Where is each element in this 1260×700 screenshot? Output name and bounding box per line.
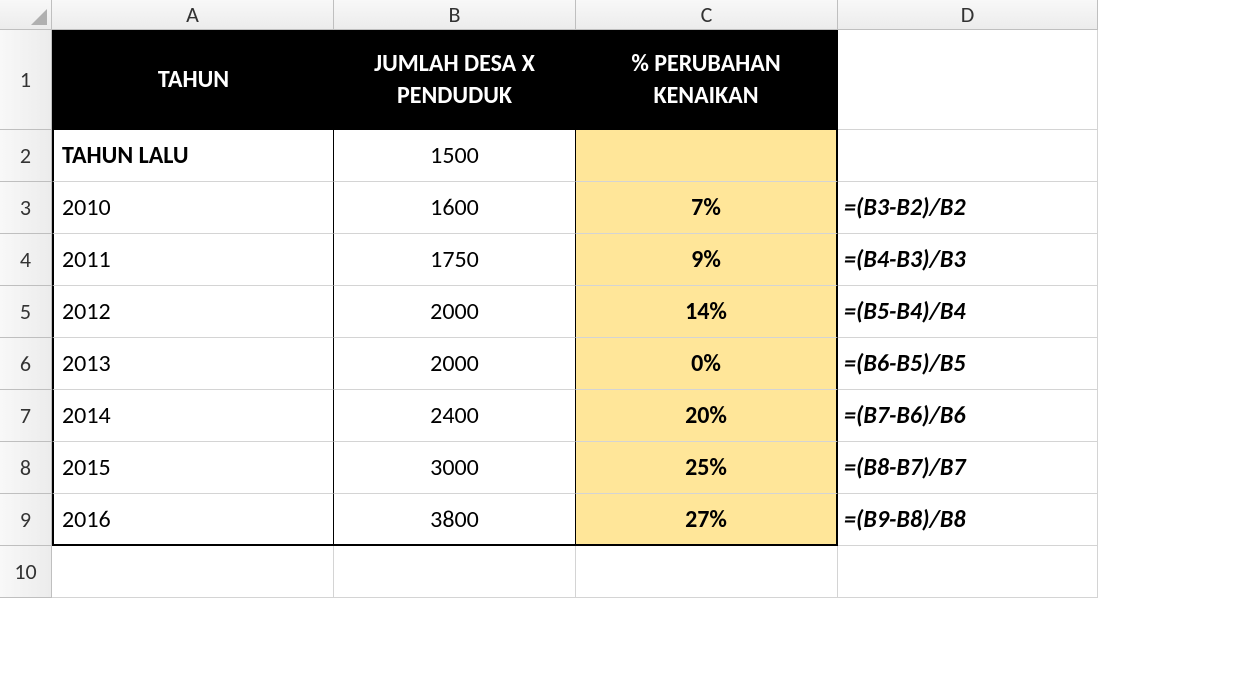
col-header-A[interactable]: A [52, 0, 334, 30]
cell-A9[interactable]: 2016 [52, 494, 334, 546]
cell-A3[interactable]: 2010 [52, 182, 334, 234]
cell-D2[interactable] [838, 130, 1098, 182]
cell-D9[interactable]: =(B9-B8)/B8 [838, 494, 1098, 546]
cell-C6[interactable]: 0% [576, 338, 838, 390]
col-header-D[interactable]: D [838, 0, 1098, 30]
row-header-6[interactable]: 6 [0, 338, 52, 390]
cell-D6[interactable]: =(B6-B5)/B5 [838, 338, 1098, 390]
cell-A7[interactable]: 2014 [52, 390, 334, 442]
row-header-4[interactable]: 4 [0, 234, 52, 286]
col-header-B[interactable]: B [334, 0, 576, 30]
cell-A5[interactable]: 2012 [52, 286, 334, 338]
cell-B9[interactable]: 3800 [334, 494, 576, 546]
cell-D3[interactable]: =(B3-B2)/B2 [838, 182, 1098, 234]
col-header-C[interactable]: C [576, 0, 838, 30]
cell-B7[interactable]: 2400 [334, 390, 576, 442]
row-header-9[interactable]: 9 [0, 494, 52, 546]
cell-D1[interactable] [838, 30, 1098, 130]
header-cell-jumlah[interactable]: JUMLAH DESA X PENDUDUK [334, 30, 576, 130]
spreadsheet-grid[interactable]: A B C D 1 TAHUN JUMLAH DESA X PENDUDUK %… [0, 0, 1098, 598]
row-header-3[interactable]: 3 [0, 182, 52, 234]
cell-C8[interactable]: 25% [576, 442, 838, 494]
cell-A6[interactable]: 2013 [52, 338, 334, 390]
cell-D8[interactable]: =(B8-B7)/B7 [838, 442, 1098, 494]
cell-C3[interactable]: 7% [576, 182, 838, 234]
cell-C7[interactable]: 20% [576, 390, 838, 442]
cell-B5[interactable]: 2000 [334, 286, 576, 338]
row-header-7[interactable]: 7 [0, 390, 52, 442]
cell-C2[interactable] [576, 130, 838, 182]
cell-D4[interactable]: =(B4-B3)/B3 [838, 234, 1098, 286]
row-header-1[interactable]: 1 [0, 30, 52, 130]
cell-A10[interactable] [52, 546, 334, 598]
cell-C10[interactable] [576, 546, 838, 598]
cell-C9[interactable]: 27% [576, 494, 838, 546]
cell-D10[interactable] [838, 546, 1098, 598]
cell-D7[interactable]: =(B7-B6)/B6 [838, 390, 1098, 442]
cell-A4[interactable]: 2011 [52, 234, 334, 286]
row-header-8[interactable]: 8 [0, 442, 52, 494]
select-all-corner[interactable] [0, 0, 52, 30]
cell-B2[interactable]: 1500 [334, 130, 576, 182]
cell-A8[interactable]: 2015 [52, 442, 334, 494]
cell-B3[interactable]: 1600 [334, 182, 576, 234]
header-cell-perubahan[interactable]: % PERUBAHAN KENAIKAN [576, 30, 838, 130]
cell-B10[interactable] [334, 546, 576, 598]
cell-B6[interactable]: 2000 [334, 338, 576, 390]
cell-B4[interactable]: 1750 [334, 234, 576, 286]
cell-C4[interactable]: 9% [576, 234, 838, 286]
header-cell-tahun[interactable]: TAHUN [52, 30, 334, 130]
row-header-2[interactable]: 2 [0, 130, 52, 182]
row-header-5[interactable]: 5 [0, 286, 52, 338]
cell-A2[interactable]: TAHUN LALU [52, 130, 334, 182]
cell-B8[interactable]: 3000 [334, 442, 576, 494]
row-header-10[interactable]: 10 [0, 546, 52, 598]
cell-C5[interactable]: 14% [576, 286, 838, 338]
cell-D5[interactable]: =(B5-B4)/B4 [838, 286, 1098, 338]
